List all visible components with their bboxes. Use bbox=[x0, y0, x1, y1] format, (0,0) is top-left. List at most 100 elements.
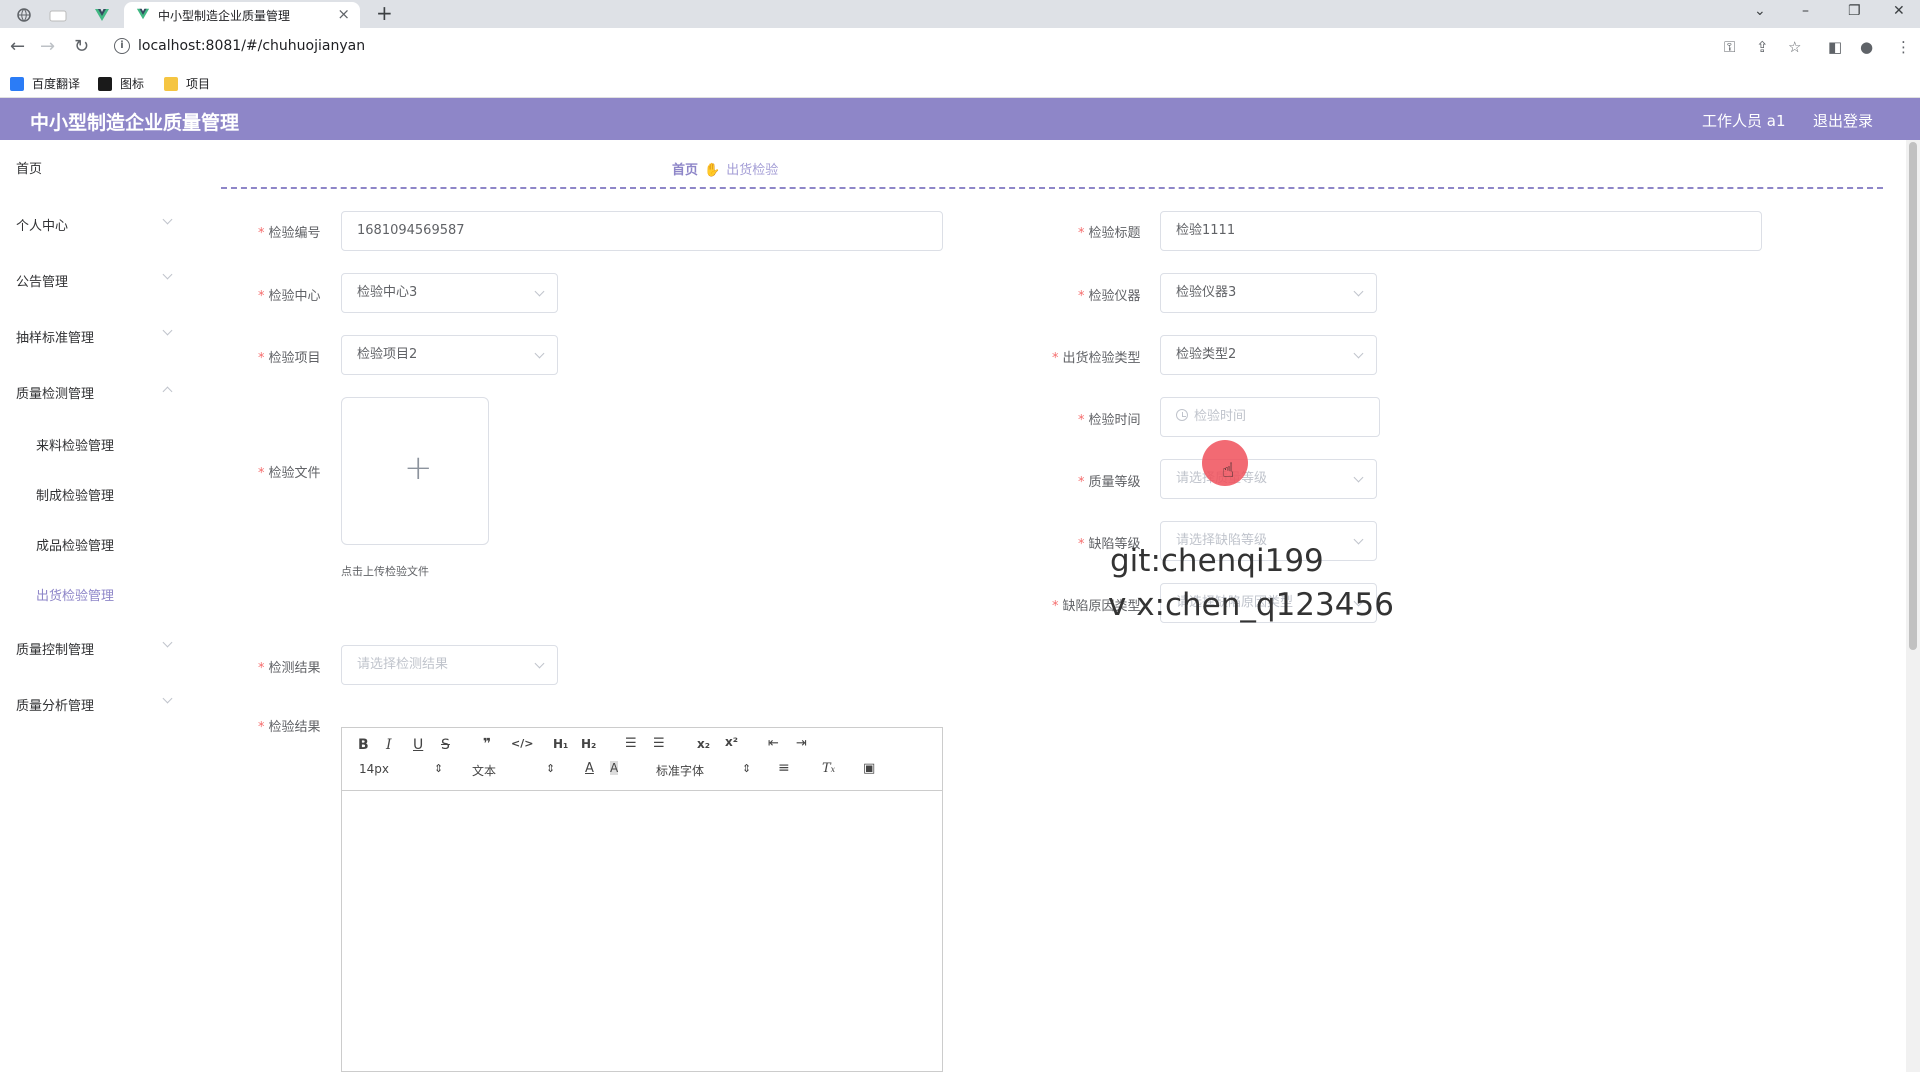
required-mark: * bbox=[258, 720, 265, 735]
page-icon bbox=[49, 10, 67, 22]
test-result-label: * 检测结果 bbox=[258, 657, 321, 676]
code-icon[interactable]: </> bbox=[511, 737, 533, 750]
watermark-text: v x:chen_q123456 bbox=[1108, 587, 1394, 623]
vue-icon bbox=[95, 9, 109, 21]
scrollbar-thumb[interactable] bbox=[1909, 142, 1917, 650]
align-icon[interactable]: ≡ bbox=[778, 760, 790, 776]
chevron-down-icon bbox=[534, 286, 545, 297]
logout-button[interactable]: 退出登录 bbox=[1813, 110, 1873, 131]
sidebar-sub-in-process[interactable]: 制成检验管理 bbox=[36, 485, 114, 504]
shipment-type-label: * 出货检验类型 bbox=[1052, 347, 1141, 366]
sidebar-item-quality-control[interactable]: 质量控制管理 bbox=[16, 639, 94, 658]
inspection-item-select[interactable]: 检验项目2 bbox=[341, 335, 558, 375]
font-family-dropdown-icon[interactable]: ⇕ bbox=[742, 762, 751, 775]
text-type-select[interactable]: 文本 bbox=[472, 762, 496, 779]
subscript-icon[interactable]: x₂ bbox=[697, 737, 710, 751]
label-text: 检验文件 bbox=[268, 466, 321, 481]
profile-icon[interactable]: ● bbox=[1860, 38, 1873, 56]
sidebar-sub-incoming[interactable]: 来料检验管理 bbox=[36, 435, 114, 454]
quality-grade-select[interactable]: 请选择质量等级 bbox=[1160, 459, 1377, 499]
sidebar-item-quality-analysis[interactable]: 质量分析管理 bbox=[16, 695, 94, 714]
tab-search-icon[interactable]: ⌄ bbox=[1754, 3, 1766, 19]
inspection-no-input[interactable]: 1681094569587 bbox=[341, 211, 943, 251]
editor-toolbar: B I U S ❞ </> H₁ H₂ ☰ ☰ x₂ x² ⇤ ⇥ 14px ⇕… bbox=[342, 728, 942, 791]
background-color-icon[interactable]: A bbox=[610, 761, 619, 775]
sidebar-sub-shipment[interactable]: 出货检验管理 bbox=[36, 585, 114, 604]
share-icon[interactable]: ⇪ bbox=[1756, 38, 1769, 56]
sidebar-item-home[interactable]: 首页 bbox=[16, 158, 42, 177]
key-icon[interactable]: ⚿ bbox=[1724, 38, 1735, 56]
image-icon[interactable]: ▣ bbox=[863, 761, 875, 776]
site-info-icon[interactable]: i bbox=[114, 38, 130, 54]
pinned-tab[interactable] bbox=[44, 4, 74, 28]
select-value: 检验中心3 bbox=[357, 285, 418, 300]
font-size-select[interactable]: 14px bbox=[359, 762, 389, 776]
bookmark-project[interactable]: 项目 bbox=[164, 75, 210, 92]
chevron-down-icon bbox=[1353, 348, 1364, 359]
superscript-icon[interactable]: x² bbox=[725, 735, 738, 749]
bold-icon[interactable]: B bbox=[358, 737, 369, 753]
restore-icon[interactable]: ❐ bbox=[1848, 3, 1861, 19]
menu-icon[interactable]: ⋮ bbox=[1896, 38, 1911, 56]
sidebar-item-notices[interactable]: 公告管理 bbox=[16, 271, 68, 290]
bookmark-icons[interactable]: 图标 bbox=[98, 75, 144, 92]
blockquote-icon[interactable]: ❞ bbox=[483, 736, 491, 752]
font-color-icon[interactable]: A bbox=[585, 761, 594, 776]
test-result-select[interactable]: 请选择检测结果 bbox=[341, 645, 558, 685]
tab-close-icon[interactable]: × bbox=[337, 5, 350, 23]
new-tab-button[interactable]: + bbox=[376, 1, 393, 25]
clock-icon bbox=[1176, 409, 1188, 421]
user-name: 工作人员 a1 bbox=[1702, 112, 1786, 130]
sidebar-item-sampling[interactable]: 抽样标准管理 bbox=[16, 327, 94, 346]
italic-icon[interactable]: I bbox=[386, 737, 392, 753]
app-title: 中小型制造企业质量管理 bbox=[30, 112, 240, 134]
clear-format-icon[interactable]: Tx bbox=[822, 761, 835, 776]
font-size-dropdown-icon[interactable]: ⇕ bbox=[434, 762, 443, 775]
back-icon[interactable]: ← bbox=[10, 37, 25, 57]
hand-cursor-icon: ☝ bbox=[1222, 458, 1235, 482]
inspection-center-select[interactable]: 检验中心3 bbox=[341, 273, 558, 313]
bookmark-baidu-translate[interactable]: 百度翻译 bbox=[10, 75, 80, 92]
pinned-tab[interactable] bbox=[10, 4, 40, 28]
globe-icon bbox=[17, 8, 31, 22]
star-icon[interactable]: ☆ bbox=[1788, 38, 1801, 56]
side-panel-icon[interactable]: ◧ bbox=[1828, 38, 1842, 56]
heading2-icon[interactable]: H₂ bbox=[581, 737, 596, 751]
indent-icon[interactable]: ⇥ bbox=[796, 736, 807, 751]
minimize-icon[interactable]: – bbox=[1802, 3, 1809, 19]
shipment-type-select[interactable]: 检验类型2 bbox=[1160, 335, 1377, 375]
inspection-time-picker[interactable]: 检验时间 bbox=[1160, 397, 1380, 437]
inspection-instrument-select[interactable]: 检验仪器3 bbox=[1160, 273, 1377, 313]
divider bbox=[221, 187, 1883, 189]
rich-text-editor: B I U S ❞ </> H₁ H₂ ☰ ☰ x₂ x² ⇤ ⇥ 14px ⇕… bbox=[341, 727, 943, 1072]
bullet-list-icon[interactable]: ☰ bbox=[653, 736, 665, 751]
required-mark: * bbox=[1078, 537, 1085, 552]
file-upload-area[interactable]: + bbox=[341, 397, 489, 545]
breadcrumb-home[interactable]: 首页 bbox=[672, 163, 698, 178]
watermark-text: git:chenqi199 bbox=[1110, 543, 1324, 579]
url-field[interactable]: i localhost:8081/#/chuhuojianyan bbox=[110, 36, 1690, 60]
image-icon bbox=[98, 77, 112, 91]
underline-icon[interactable]: U bbox=[413, 737, 423, 753]
label-text: 检验标题 bbox=[1088, 226, 1141, 241]
font-family-select[interactable]: 标准字体 bbox=[656, 762, 704, 779]
reload-icon[interactable]: ↻ bbox=[74, 37, 89, 57]
ordered-list-icon[interactable]: ☰ bbox=[625, 736, 637, 751]
chevron-down-icon bbox=[162, 637, 173, 648]
forward-icon[interactable]: → bbox=[40, 37, 55, 57]
sidebar-item-quality-inspection[interactable]: 质量检测管理 bbox=[16, 383, 94, 402]
sidebar-item-profile[interactable]: 个人中心 bbox=[16, 215, 68, 234]
window-close-icon[interactable]: ✕ bbox=[1893, 3, 1905, 19]
text-type-dropdown-icon[interactable]: ⇕ bbox=[546, 762, 555, 775]
heading1-icon[interactable]: H₁ bbox=[553, 737, 568, 751]
outdent-icon[interactable]: ⇤ bbox=[768, 736, 779, 751]
chevron-down-icon bbox=[1353, 472, 1364, 483]
bookmark-label: 百度翻译 bbox=[32, 77, 81, 91]
chevron-down-icon bbox=[534, 348, 545, 359]
editor-content[interactable] bbox=[342, 791, 942, 1071]
pinned-tab[interactable] bbox=[88, 4, 118, 28]
active-tab[interactable]: 中小型制造企业质量管理 × bbox=[124, 2, 360, 28]
inspection-title-input[interactable]: 检验1111 bbox=[1160, 211, 1762, 251]
sidebar-sub-finished[interactable]: 成品检验管理 bbox=[36, 535, 114, 554]
strikethrough-icon[interactable]: S bbox=[441, 737, 450, 753]
